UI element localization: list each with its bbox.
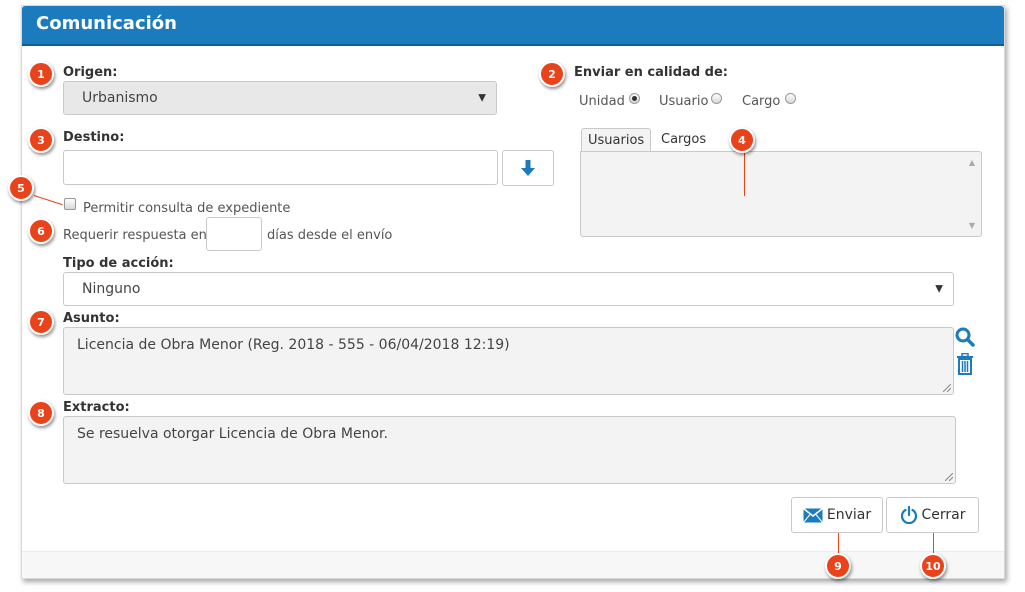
requerir-prefix: Requerir respuesta en	[63, 228, 207, 243]
scroll-down-icon[interactable]: ▼	[969, 221, 975, 230]
resize-handle-icon[interactable]	[943, 384, 951, 392]
radio-usuario-label: Usuario	[659, 94, 708, 109]
tipo-accion-select[interactable]: Ninguno ▼	[63, 272, 954, 306]
panel-header: Comunicación	[22, 6, 1004, 46]
scroll-up-icon[interactable]: ▲	[969, 158, 975, 167]
callout-line-9	[838, 533, 839, 555]
destino-add-button[interactable]	[502, 150, 554, 186]
search-icon[interactable]	[955, 327, 975, 347]
callout-badge: 5	[8, 175, 34, 201]
panel-title: Comunicación	[36, 13, 177, 34]
callout-badge: 10	[920, 553, 946, 579]
callout-badge: 1	[28, 61, 54, 87]
destino-input[interactable]	[63, 150, 498, 185]
arrow-down-icon	[520, 159, 536, 177]
enviar-button-label: Enviar	[827, 507, 871, 523]
trash-icon[interactable]	[956, 353, 974, 375]
extracto-value: Se resuelva otorgar Licencia de Obra Men…	[77, 426, 388, 442]
cerrar-button-label: Cerrar	[922, 507, 966, 523]
asunto-textarea[interactable]: Licencia de Obra Menor (Reg. 2018 - 555 …	[63, 327, 954, 395]
tab-cargos[interactable]: Cargos	[655, 128, 712, 152]
requerir-suffix: días desde el envío	[267, 228, 392, 243]
callout-badge: 4	[729, 127, 755, 153]
asunto-label: Asunto:	[63, 311, 120, 326]
requerir-dias-input[interactable]	[206, 217, 262, 251]
tipo-accion-label: Tipo de acción:	[63, 256, 174, 271]
enviar-calidad-label: Enviar en calidad de:	[574, 65, 728, 80]
origen-label: Origen:	[63, 65, 118, 80]
destinatarios-list[interactable]: ▲ ▼	[580, 151, 982, 237]
chevron-down-icon: ▼	[935, 284, 943, 295]
callout-badge: 7	[28, 309, 54, 335]
panel-footer	[22, 551, 1004, 578]
asunto-value: Licencia de Obra Menor (Reg. 2018 - 555 …	[77, 337, 510, 353]
enviar-button[interactable]: Enviar	[791, 497, 883, 533]
tipo-accion-value: Ninguno	[82, 281, 140, 297]
destino-label: Destino:	[63, 130, 124, 145]
permitir-consulta-label: Permitir consulta de expediente	[83, 201, 290, 216]
chevron-down-icon: ▼	[478, 93, 486, 104]
tab-usuarios[interactable]: Usuarios	[581, 128, 651, 152]
callout-line-10	[933, 533, 934, 555]
radio-usuario[interactable]	[711, 93, 722, 104]
origen-select[interactable]: Urbanismo ▼	[63, 81, 497, 115]
callout-badge: 3	[28, 127, 54, 153]
radio-unidad-label: Unidad	[579, 94, 625, 109]
callout-badge: 8	[28, 400, 54, 426]
radio-cargo[interactable]	[785, 93, 796, 104]
power-icon	[900, 506, 918, 524]
permitir-consulta-checkbox[interactable]	[64, 198, 76, 210]
resize-handle-icon[interactable]	[945, 473, 953, 481]
callout-badge: 2	[539, 61, 565, 87]
callout-badge: 6	[28, 218, 54, 244]
extracto-label: Extracto:	[63, 400, 130, 415]
extracto-textarea[interactable]: Se resuelva otorgar Licencia de Obra Men…	[63, 416, 956, 484]
origen-value: Urbanismo	[82, 90, 158, 106]
callout-line-4	[744, 152, 745, 196]
envelope-icon	[803, 508, 823, 523]
cerrar-button[interactable]: Cerrar	[886, 497, 979, 533]
radio-cargo-label: Cargo	[742, 94, 780, 109]
radio-unidad[interactable]	[629, 93, 640, 104]
callout-badge: 9	[825, 553, 851, 579]
